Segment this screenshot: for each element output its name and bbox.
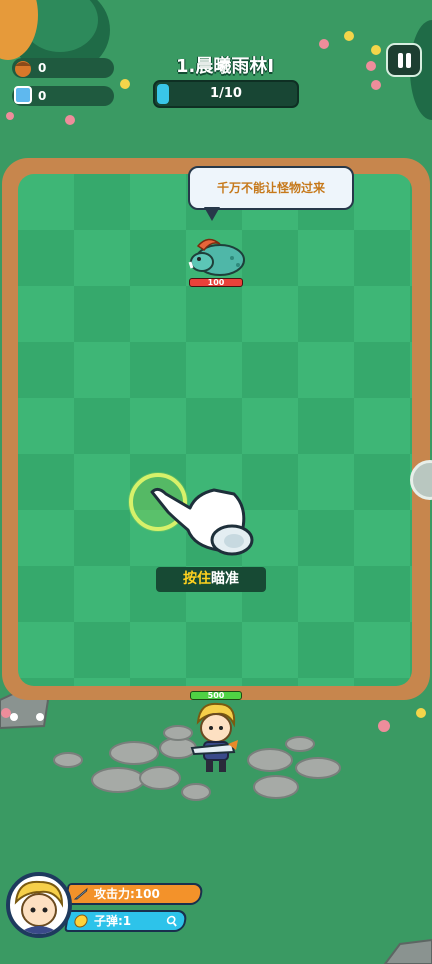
- gem-counter: 0: [12, 86, 114, 106]
- attack-stat: 攻击力:100: [64, 883, 204, 905]
- acorn-counter: 0: [12, 58, 114, 78]
- ammo-value: 子弹:1: [94, 914, 132, 928]
- sword-icon: [73, 887, 88, 900]
- acorn-count: 0: [38, 61, 47, 75]
- attack-value: 攻击力:100: [94, 887, 160, 901]
- wave-progress: 1/10: [153, 80, 299, 108]
- gem-count: 0: [38, 89, 47, 103]
- hero-avatar[interactable]: [6, 872, 72, 938]
- pause-button[interactable]: [386, 43, 422, 77]
- player-hero: [190, 702, 238, 772]
- acorn-icon: [15, 61, 31, 77]
- bullet-icon: [74, 914, 88, 928]
- player-hp-bar: 500: [190, 691, 242, 700]
- speech-bubble: 千万不能让怪物过来: [188, 166, 354, 210]
- blue-gem-icon: [14, 86, 32, 104]
- wave-progress-text: 1/10: [210, 86, 242, 101]
- magnifier-icon[interactable]: [165, 915, 179, 927]
- level-title: 1.晨曦雨林I: [175, 56, 275, 77]
- boar-monster: [188, 238, 245, 276]
- ammo-stat: 子弹:1: [64, 910, 188, 932]
- hold-to-aim-label: 按住瞄准: [156, 567, 266, 592]
- hold-label-highlight: 按住: [183, 571, 211, 587]
- enemy-hp-bar: 100: [189, 278, 243, 287]
- hero-portrait: [14, 880, 64, 934]
- speech-bubble-tail: [204, 207, 220, 221]
- hold-label-rest: 瞄准: [211, 571, 239, 587]
- tutorial-hand: [128, 472, 254, 556]
